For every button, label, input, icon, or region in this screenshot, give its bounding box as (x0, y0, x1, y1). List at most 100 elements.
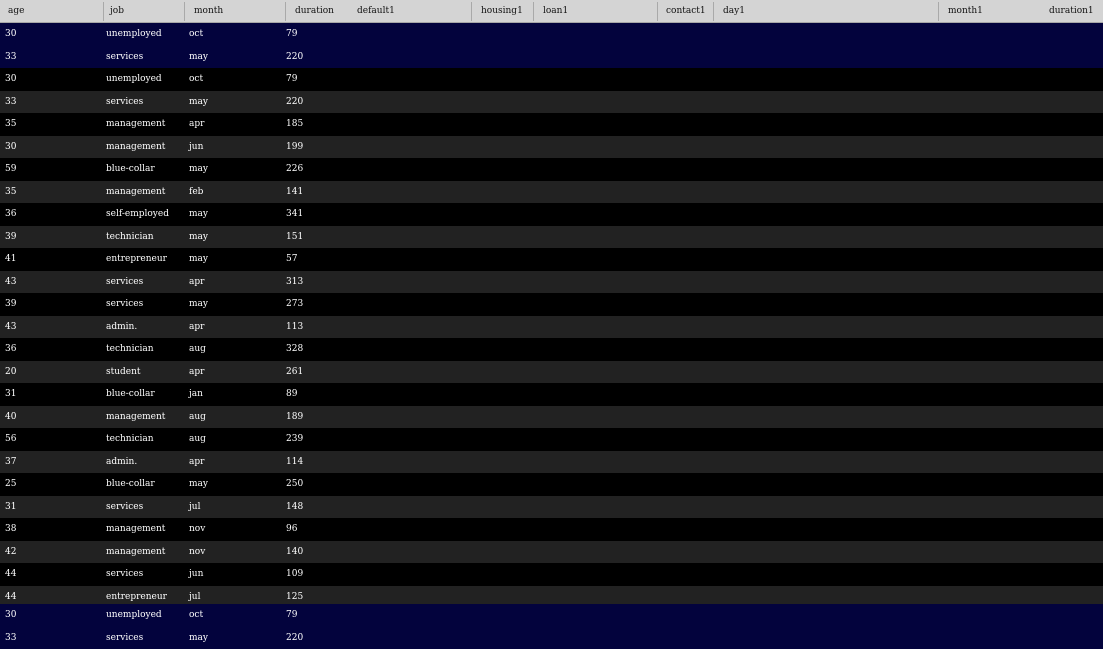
pinned-top-row[interactable]: 30 unemployed oct 79 (0, 23, 1103, 46)
column-header-housing1[interactable]: housing1 (481, 0, 523, 22)
column-divider[interactable] (533, 2, 534, 21)
cell-duration: 109 (286, 569, 304, 579)
table-row[interactable]: 40 management aug 189 (0, 405, 1103, 428)
column-header-month1[interactable]: month1 (948, 0, 983, 22)
cell-job: management (106, 546, 166, 557)
table-row[interactable]: 30 unemployed oct 79 (0, 68, 1103, 91)
column-header-month[interactable]: month (194, 0, 223, 22)
cell-job: self-employed (106, 209, 169, 219)
column-divider[interactable] (657, 2, 658, 21)
table-row[interactable]: 37 admin. apr 114 (0, 450, 1103, 473)
column-header-default1[interactable]: default1 (357, 0, 395, 22)
table-row[interactable]: 35 management apr 185 (0, 113, 1103, 136)
cell-duration: 261 (286, 366, 304, 377)
column-divider[interactable] (285, 2, 286, 21)
column-divider[interactable] (184, 2, 185, 21)
cell-age: 39 (5, 299, 17, 309)
cell-age: 59 (5, 164, 17, 174)
cell-duration: 141 (286, 186, 304, 197)
column-header-duration[interactable]: duration (295, 0, 334, 22)
cell-month: may (189, 254, 208, 264)
cell-month: apr (189, 119, 205, 129)
cell-age: 39 (5, 231, 17, 242)
cell-age: 31 (5, 389, 17, 399)
table-row[interactable]: 39 services may 273 (0, 293, 1103, 316)
column-header-duration1[interactable]: duration1 (1049, 0, 1094, 22)
cell-age: 36 (5, 344, 17, 354)
table-row[interactable]: 20 student apr 261 (0, 360, 1103, 383)
cell-job: services (106, 276, 144, 287)
cell-job: services (106, 299, 144, 309)
pinned-bottom-row[interactable]: 33 services may 220 (0, 626, 1103, 649)
cell-month: oct (189, 29, 204, 39)
table-row[interactable]: 31 blue-collar jan 89 (0, 383, 1103, 406)
pinned-top-row[interactable]: 33 services may 220 (0, 45, 1103, 68)
table-row[interactable]: 41 entrepreneur may 57 (0, 248, 1103, 271)
table-row[interactable]: 42 management nov 140 (0, 540, 1103, 563)
table-row[interactable]: 43 admin. apr 113 (0, 315, 1103, 338)
cell-month: may (189, 632, 208, 643)
table-row[interactable]: 31 services jul 148 (0, 495, 1103, 518)
table-row[interactable]: 38 management nov 96 (0, 518, 1103, 541)
cell-job: unemployed (106, 74, 162, 84)
cell-duration: 250 (286, 479, 304, 489)
cell-duration: 96 (286, 524, 298, 534)
cell-duration: 313 (286, 276, 304, 287)
table-row[interactable]: 43 services apr 313 (0, 270, 1103, 293)
cell-job: services (106, 632, 144, 643)
cell-month: may (189, 231, 208, 242)
cell-age: 30 (5, 141, 17, 152)
cell-duration: 341 (286, 209, 304, 219)
cell-job: entrepreneur (106, 254, 167, 264)
table-row[interactable]: 39 technician may 151 (0, 225, 1103, 248)
cell-duration: 328 (286, 344, 304, 354)
column-divider[interactable] (938, 2, 939, 21)
cell-duration: 57 (286, 254, 298, 264)
cell-duration: 199 (286, 141, 304, 152)
table-row[interactable]: 36 self-employed may 341 (0, 203, 1103, 226)
cell-duration: 148 (286, 501, 304, 512)
cell-duration: 220 (286, 51, 304, 62)
column-divider[interactable] (713, 2, 714, 21)
cell-duration: 79 (286, 29, 298, 39)
table-row[interactable]: 33 services may 220 (0, 90, 1103, 113)
column-header-day1[interactable]: day1 (723, 0, 745, 22)
column-divider[interactable] (103, 2, 104, 21)
cell-duration: 220 (286, 632, 304, 643)
pinned-bottom-row[interactable]: 30 unemployed oct 79 (0, 604, 1103, 627)
cell-job: blue-collar (106, 389, 155, 399)
column-header-job[interactable]: job (110, 0, 124, 22)
cell-job: management (106, 119, 166, 129)
cell-month: jan (189, 389, 203, 399)
cell-duration: 273 (286, 299, 304, 309)
cell-age: 30 (5, 74, 17, 84)
column-divider[interactable] (471, 2, 472, 21)
cell-job: admin. (106, 321, 138, 332)
table-row[interactable]: 59 blue-collar may 226 (0, 158, 1103, 181)
cell-duration: 151 (286, 231, 304, 242)
cell-month: jun (189, 569, 204, 579)
column-header-age[interactable]: age (8, 0, 24, 22)
cell-job: management (106, 141, 166, 152)
column-header-contact1[interactable]: contact1 (666, 0, 706, 22)
table-row[interactable]: 30 management jun 199 (0, 135, 1103, 158)
cell-month: may (189, 299, 208, 309)
table-row[interactable]: 36 technician aug 328 (0, 338, 1103, 361)
table-row[interactable]: 35 management feb 141 (0, 180, 1103, 203)
cell-age: 35 (5, 186, 17, 197)
cell-month: aug (189, 434, 206, 444)
table-row[interactable]: 44 services jun 109 (0, 563, 1103, 586)
cell-month: may (189, 479, 208, 489)
cell-month: nov (189, 546, 206, 557)
cell-job: unemployed (106, 29, 162, 39)
table-row[interactable]: 25 blue-collar may 250 (0, 473, 1103, 496)
cell-duration: 89 (286, 389, 298, 399)
cell-duration: 226 (286, 164, 304, 174)
cell-duration: 113 (286, 321, 304, 332)
table-row[interactable]: 56 technician aug 239 (0, 428, 1103, 451)
cell-age: 25 (5, 479, 17, 489)
cell-job: unemployed (106, 610, 162, 620)
cell-month: feb (189, 186, 204, 197)
column-header-loan1[interactable]: loan1 (543, 0, 568, 22)
cell-age: 30 (5, 29, 17, 39)
